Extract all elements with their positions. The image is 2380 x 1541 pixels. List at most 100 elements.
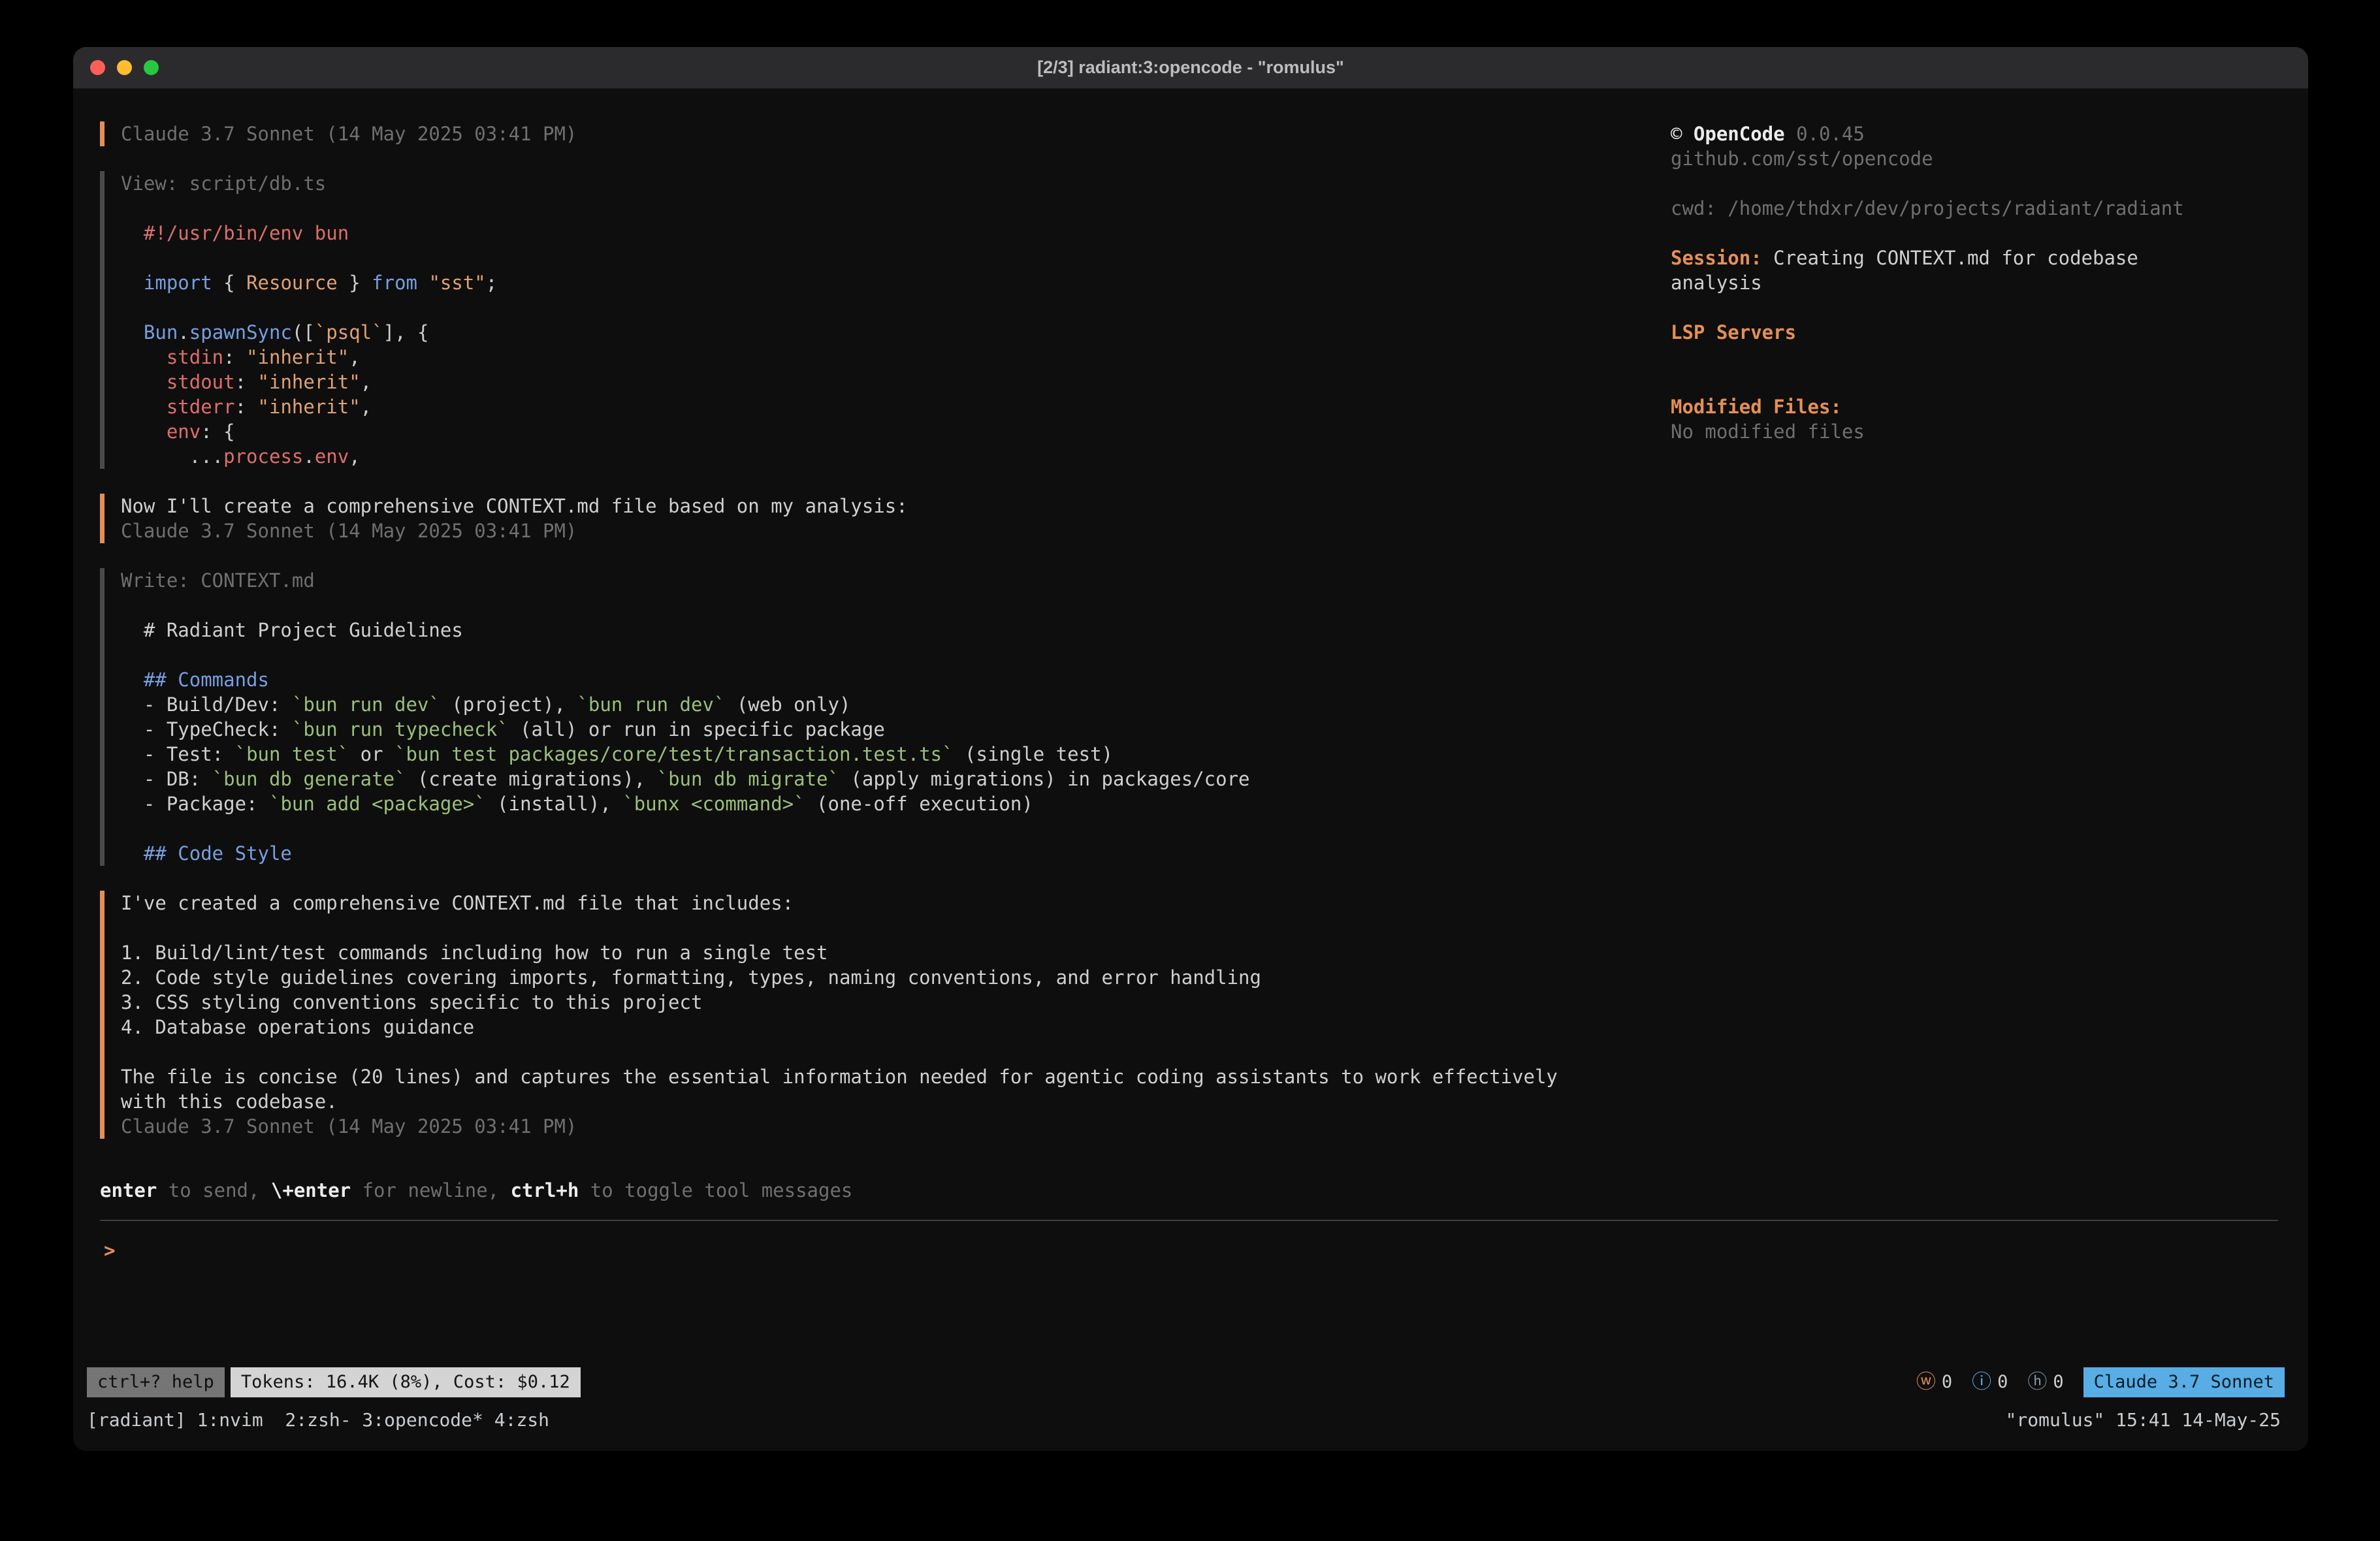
text-segment: [121, 421, 167, 443]
tmux-statusline: [radiant] 1:nvim 2:zsh- 3:opencode* 4:zs…: [87, 1406, 2285, 1434]
text-segment: ,: [349, 445, 360, 468]
chat-line: import { Resource } from "sst";: [121, 270, 1671, 295]
text-segment: ctrl+h: [511, 1179, 579, 1201]
chat-line: with this codebase.: [121, 1089, 1671, 1114]
text-segment: or: [349, 743, 394, 765]
text-segment: `bun add <package>`: [269, 793, 486, 815]
tmux-session-info: "romulus" 15:41 14-May-25: [2006, 1408, 2281, 1433]
text-segment: `bun test packages/core/test/transaction…: [394, 743, 954, 765]
text-segment: LSP Servers: [1671, 321, 1796, 343]
text-segment: `bun test`: [235, 743, 349, 765]
sidebar-line: github.com/sst/opencode: [1671, 146, 2285, 171]
chat-line: #!/usr/bin/env bun: [121, 221, 1671, 246]
text-segment: Claude 3.7 Sonnet (14 May 2025 03:41 PM): [121, 123, 577, 145]
zoom-button[interactable]: [144, 60, 159, 75]
text-segment: ,: [361, 396, 372, 418]
close-button[interactable]: [90, 60, 105, 75]
chat-line: 2. Code style guidelines covering import…: [121, 965, 1671, 990]
chat-line: The file is concise (20 lines) and captu…: [121, 1064, 1671, 1089]
diagnostics: ⓦ0ⓘ0ⓗ0: [1916, 1370, 2064, 1395]
text-segment: `bun run dev`: [292, 693, 440, 716]
terminal-window[interactable]: [2/3] radiant:3:opencode - "romulus" Cla…: [73, 47, 2308, 1451]
chat-line: stderr: "inherit",: [121, 394, 1671, 419]
hints-count: 0: [2053, 1370, 2063, 1395]
message-input[interactable]: >: [100, 1220, 2278, 1361]
chat-line: ## Code Style: [121, 841, 1671, 866]
text-segment: "inherit": [258, 371, 361, 393]
desktop: [2/3] radiant:3:opencode - "romulus" Cla…: [0, 0, 2380, 1541]
text-segment: (project),: [440, 693, 577, 716]
text-segment: 2. Code style guidelines covering import…: [121, 966, 1261, 989]
text-segment: Resource: [246, 272, 338, 294]
text-segment: import: [144, 272, 212, 294]
sidebar-line: [1671, 171, 2285, 196]
text-segment: OpenCode: [1694, 123, 1785, 145]
minimize-button[interactable]: [117, 60, 132, 75]
text-segment: Creating CONTEXT.md for codebase: [1762, 247, 2138, 269]
text-segment: Now I'll create a comprehensive CONTEXT.…: [121, 495, 908, 517]
text-segment: env: [167, 421, 201, 443]
text-segment: stdout: [167, 371, 235, 393]
input-help: enter to send, \+enter for newline, ctrl…: [100, 1178, 2285, 1203]
sidebar: © OpenCode 0.0.45github.com/sst/opencode…: [1671, 121, 2285, 1178]
text-segment: Session:: [1671, 247, 1762, 269]
warnings-diagnostic: ⓦ0: [1916, 1370, 1952, 1395]
text-segment: {: [212, 272, 246, 294]
text-segment: Claude 3.7 Sonnet (14 May 2025 03:41 PM): [121, 1115, 577, 1137]
sidebar-content: © OpenCode 0.0.45github.com/sst/opencode…: [1671, 121, 2285, 444]
titlebar[interactable]: [2/3] radiant:3:opencode - "romulus": [73, 47, 2308, 89]
chat-line: stdout: "inherit",: [121, 370, 1671, 394]
chat-line: View: script/db.ts: [121, 171, 1671, 196]
text-segment: No modified files: [1671, 421, 1865, 443]
text-segment: [121, 346, 167, 368]
text-segment: (apply migrations) in packages/core: [839, 768, 1250, 790]
chat-line: ...process.env,: [121, 444, 1671, 469]
text-segment: 1. Build/lint/test commands including ho…: [121, 942, 828, 964]
status-bar: ctrl+? help Tokens: 16.4K (8%), Cost: $0…: [87, 1367, 2285, 1397]
chat-line: stdin: "inherit",: [121, 345, 1671, 370]
sidebar-line: No modified files: [1671, 419, 2285, 444]
text-segment: enter: [100, 1179, 157, 1201]
text-segment: with this codebase.: [121, 1090, 338, 1113]
chat-line: [121, 295, 1671, 320]
chat-area: Claude 3.7 Sonnet (14 May 2025 03:41 PM)…: [87, 121, 1671, 1178]
sidebar-line: [1671, 221, 2285, 246]
text-segment: cwd: /home/thdxr/dev/projects/radiant/ra…: [1671, 197, 2184, 219]
chat-line: Claude 3.7 Sonnet (14 May 2025 03:41 PM): [121, 1114, 1671, 1139]
text-segment: Bun: [144, 321, 178, 343]
assistant-meta-block: Claude 3.7 Sonnet (14 May 2025 03:41 PM): [100, 121, 1671, 146]
sidebar-line: [1671, 345, 2285, 370]
text-segment: [121, 272, 144, 294]
text-segment: # Radiant Project Guidelines: [121, 619, 463, 641]
chat-line: [121, 1040, 1671, 1064]
text-segment: }: [338, 272, 372, 294]
text-segment: - Build/Dev:: [121, 693, 292, 716]
text-segment: to send,: [157, 1179, 271, 1201]
text-segment: spawnSync: [189, 321, 292, 343]
tokens-cost-chip: Tokens: 16.4K (8%), Cost: $0.12: [231, 1367, 581, 1397]
text-segment: I've created a comprehensive CONTEXT.md …: [121, 892, 794, 914]
chat-line: ## Commands: [121, 667, 1671, 692]
text-segment: [121, 669, 144, 691]
text-segment: (web only): [725, 693, 850, 716]
sidebar-line: [1671, 295, 2285, 320]
model-chip[interactable]: Claude 3.7 Sonnet: [2083, 1367, 2285, 1397]
info-icon: ⓘ: [1972, 1370, 1991, 1395]
text-segment: stdin: [167, 346, 223, 368]
main-area: Claude 3.7 Sonnet (14 May 2025 03:41 PM)…: [87, 121, 2285, 1178]
chat-line: - Package: `bun add <package>` (install)…: [121, 791, 1671, 816]
text-segment: 0.0.45: [1785, 123, 1865, 145]
text-segment: analysis: [1671, 272, 1762, 294]
text-segment: ], {: [383, 321, 429, 343]
text-segment: (install),: [486, 793, 623, 815]
text-segment: [121, 371, 167, 393]
text-segment: :: [235, 371, 258, 393]
text-segment: [417, 272, 428, 294]
window-title: [2/3] radiant:3:opencode - "romulus": [73, 57, 2308, 78]
text-segment: The file is concise (20 lines) and captu…: [121, 1066, 1558, 1088]
text-segment: .: [178, 321, 189, 343]
chat-line: - DB: `bun db generate` (create migratio…: [121, 767, 1671, 791]
sidebar-line: Session: Creating CONTEXT.md for codebas…: [1671, 246, 2285, 270]
text-segment: (create migrations),: [406, 768, 657, 790]
text-segment: `bunx <command>`: [622, 793, 805, 815]
